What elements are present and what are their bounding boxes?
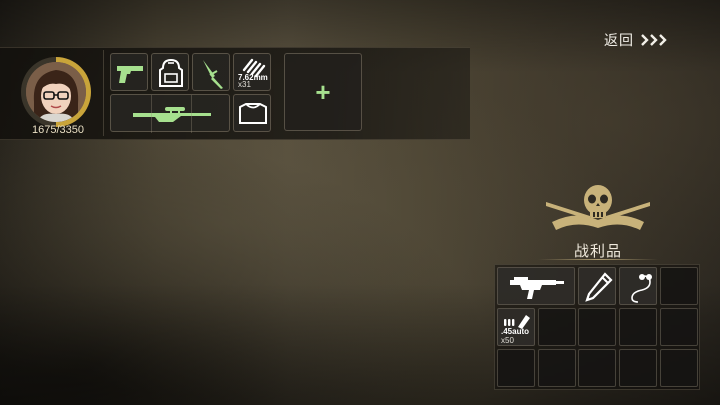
loadout-slot-ammo[interactable]: 7.62mm x31 [233, 53, 271, 91]
loot-title: 战利品 [573, 243, 622, 260]
loot-slot-earphones[interactable] [619, 267, 657, 305]
hp-text: 1675/3350 [32, 124, 84, 136]
loot-slot-pencil[interactable] [578, 267, 616, 305]
back-label: 返回 [604, 32, 634, 48]
loot-divider [538, 259, 658, 260]
loot-slot-ammo[interactable]: .45auto x50 [497, 308, 535, 346]
smg-icon [510, 277, 564, 299]
loot-ammo-count-label: x50 [501, 336, 514, 345]
plus-icon: + [315, 77, 331, 107]
knife-icon [203, 60, 223, 89]
loadout-slot-backpack[interactable] [151, 53, 189, 91]
loot-slot-empty[interactable] [497, 349, 535, 387]
triple-chevron-right-icon [640, 33, 668, 47]
loot-slot-empty[interactable] [538, 308, 576, 346]
back-button[interactable]: 返回 [604, 30, 668, 50]
loadout-slot-sniper-rifle[interactable] [110, 94, 230, 133]
loot-slot-empty[interactable] [619, 308, 657, 346]
loot-slot-empty[interactable] [538, 349, 576, 387]
loot-ammo-caliber-label: .45auto [501, 327, 530, 336]
earphones-icon [631, 274, 652, 303]
skull-crossed-rifles-emblem [546, 185, 650, 230]
divider [103, 50, 104, 136]
add-item-button[interactable]: + [284, 53, 362, 131]
loadout-slot-knife[interactable] [192, 53, 230, 91]
loot-slot-empty[interactable] [660, 267, 698, 305]
loot-slot-empty[interactable] [660, 349, 698, 387]
loot-slot-empty[interactable] [660, 308, 698, 346]
loadout-slot-pistol[interactable] [110, 53, 148, 91]
loot-slot-empty[interactable] [619, 349, 657, 387]
pistol-icon [117, 66, 143, 83]
sniper-rifle-icon [133, 107, 211, 122]
pencil-icon [585, 272, 613, 302]
loot-slot-smg[interactable] [497, 267, 575, 305]
loadout-slot-armor[interactable] [233, 94, 271, 132]
loot-slot-empty[interactable] [578, 308, 616, 346]
ammo-count-label: x31 [238, 80, 251, 89]
body-armor-icon [239, 103, 267, 124]
avatar[interactable] [26, 62, 86, 122]
loot-slot-empty[interactable] [578, 349, 616, 387]
backpack-icon [159, 58, 183, 87]
